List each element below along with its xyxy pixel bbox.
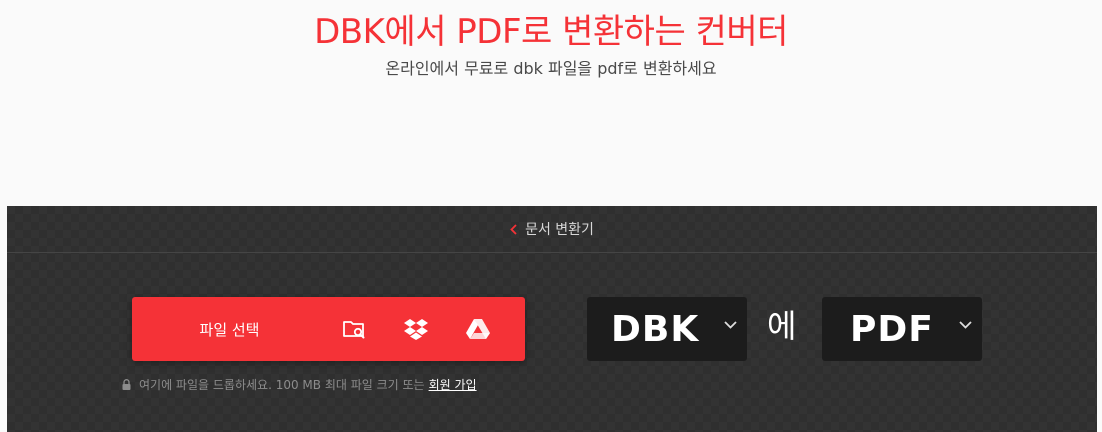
to-format-select[interactable]: PDF [822,297,982,361]
chevron-down-icon[interactable] [959,321,972,329]
drop-note: 여기에 파일을 드롭하세요. 100 MB 최대 파일 크기 또는 회원 가입 [122,376,477,393]
breadcrumb: 문서 변환기 [7,206,1097,253]
google-drive-icon[interactable] [463,314,493,344]
chevron-left-icon[interactable] [510,223,517,235]
breadcrumb-link[interactable]: 문서 변환기 [525,219,594,239]
page-title: DBK에서 PDF로 변환하는 컨버터 [314,12,788,52]
to-format-value[interactable]: PDF [850,309,934,350]
to-word: 에 [767,307,797,345]
dropbox-icon[interactable] [401,314,431,344]
lock-icon [122,379,131,390]
page-subtitle: 온라인에서 무료로 dbk 파일을 pdf로 변환하세요 [385,59,717,78]
choose-file-button[interactable]: 파일 선택 [132,297,525,361]
signup-link[interactable]: 회원 가입 [429,376,477,393]
converter-panel: 문서 변환기 파일 선택 여기에 파일을 드롭하세요. 100 MB 최대 파일… [7,206,1097,432]
from-format-value[interactable]: DBK [611,309,699,350]
chevron-down-icon[interactable] [724,321,737,329]
choose-file-label[interactable]: 파일 선택 [132,319,327,340]
drop-note-text: 여기에 파일을 드롭하세요. 100 MB 최대 파일 크기 또는 [139,378,425,392]
folder-search-icon[interactable] [339,314,369,344]
from-format-select[interactable]: DBK [587,297,747,361]
